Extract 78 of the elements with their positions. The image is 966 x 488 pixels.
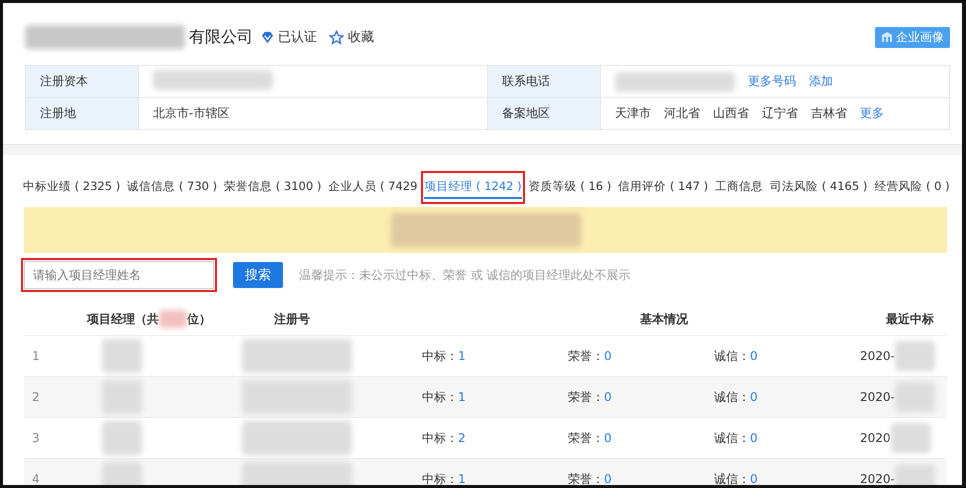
region-label: 辽宁省 xyxy=(762,105,798,122)
stat-label: 荣誉： xyxy=(568,348,604,362)
tab[interactable]: 荣誉信息 ( 3100 ) xyxy=(224,176,322,198)
region-label: 天津市 xyxy=(614,105,651,122)
search-button[interactable]: 搜索 xyxy=(233,262,283,288)
column-header: 基本情况 xyxy=(640,310,688,328)
stat-value[interactable]: 1 xyxy=(458,348,466,362)
column-header: 最近中标 xyxy=(886,310,934,328)
stat-label: 荣誉： xyxy=(568,390,604,404)
redacted-block xyxy=(894,382,935,412)
tab[interactable]: 诚信信息 ( 730 ) xyxy=(127,176,218,198)
stat-label: 中标： xyxy=(422,348,458,362)
stat-value[interactable]: 0 xyxy=(604,430,612,444)
info-label: 注册资本 xyxy=(26,66,138,98)
info-link[interactable]: 更多 xyxy=(860,105,884,122)
stat-label: 诚信： xyxy=(714,472,750,485)
verified-label: 已认证 xyxy=(278,29,317,46)
stat-value[interactable]: 2 xyxy=(458,430,466,444)
building-icon xyxy=(881,31,893,43)
region-label: 河北省 xyxy=(664,105,700,122)
stat-value[interactable]: 1 xyxy=(458,390,466,404)
date-text: 2020- xyxy=(860,390,895,404)
tab[interactable]: 信用评价 ( 147 ) xyxy=(618,176,708,198)
stat-label: 荣誉： xyxy=(568,430,604,444)
tab[interactable]: 资质等级 ( 16 ) xyxy=(528,176,612,198)
date-text: 2020- xyxy=(860,472,895,485)
redacted-block xyxy=(102,380,142,414)
row-number: 3 xyxy=(31,431,41,445)
row-number: 1 xyxy=(31,349,41,363)
stat-value[interactable]: 0 xyxy=(750,348,758,362)
stat-label: 中标： xyxy=(422,472,458,485)
date-text: 2020- xyxy=(860,349,895,363)
stat-label: 诚信： xyxy=(714,390,750,404)
redacted-block xyxy=(102,339,142,373)
stat-label: 中标： xyxy=(422,390,458,404)
favorite-link[interactable]: 收藏 xyxy=(348,28,374,46)
redacted-block xyxy=(159,310,187,328)
tab[interactable]: 项目经理 ( 1242 ) xyxy=(424,176,522,198)
star-icon[interactable] xyxy=(329,30,344,44)
date-text: 2020 xyxy=(860,431,891,445)
column-header: 注册号 xyxy=(274,310,310,328)
redacted-block xyxy=(894,464,935,485)
diamond-icon xyxy=(261,30,274,44)
info-label: 备案地区 xyxy=(487,98,600,130)
redacted-block xyxy=(894,341,935,371)
stat-value[interactable]: 0 xyxy=(604,390,612,404)
redacted-block xyxy=(890,423,931,453)
tab[interactable]: 企业人员 ( 7429 xyxy=(328,176,418,198)
tab[interactable]: 中标业绩 ( 2325 ) xyxy=(23,176,120,198)
stat-value[interactable]: 0 xyxy=(604,472,612,485)
info-link[interactable]: 更多号码 xyxy=(748,73,796,90)
tab[interactable]: 司法风险 ( 4165 ) xyxy=(770,176,868,198)
stat-value[interactable]: 0 xyxy=(750,472,758,485)
stat-label: 诚信： xyxy=(714,348,750,362)
info-value: 北京市-市辖区 xyxy=(152,106,230,120)
info-link[interactable]: 添加 xyxy=(808,73,833,90)
hint-text: 温馨提示：未公示过中标、荣誉 或 诚信的项目经理此处不展示 xyxy=(299,266,631,284)
column-header: 项目经理（共 xyxy=(87,310,159,328)
redacted-block xyxy=(102,421,142,455)
company-portrait-button[interactable]: 企业画像 xyxy=(875,26,950,48)
stat-value[interactable]: 0 xyxy=(604,348,612,362)
stat-label: 中标： xyxy=(422,430,458,444)
region-label: 吉林省 xyxy=(810,105,847,122)
row-number: 4 xyxy=(31,472,41,485)
row-number: 2 xyxy=(31,390,41,404)
tab[interactable]: 经营风险 ( 0 ) xyxy=(874,176,950,198)
region-label: 山西省 xyxy=(712,105,749,122)
company-name: 有限公司 xyxy=(189,26,253,48)
stat-value[interactable]: 0 xyxy=(750,390,758,404)
stat-value[interactable]: 1 xyxy=(458,472,466,485)
search-field[interactable]: 请输入项目经理姓名 xyxy=(24,261,214,289)
info-label: 联系电话 xyxy=(487,66,600,98)
stat-value[interactable]: 0 xyxy=(750,430,758,444)
info-label: 注册地 xyxy=(26,98,138,130)
stat-label: 荣誉： xyxy=(568,472,604,485)
tab[interactable]: 工商信息 xyxy=(715,176,764,198)
column-header: 位） xyxy=(187,310,211,328)
stat-label: 诚信： xyxy=(714,430,750,444)
